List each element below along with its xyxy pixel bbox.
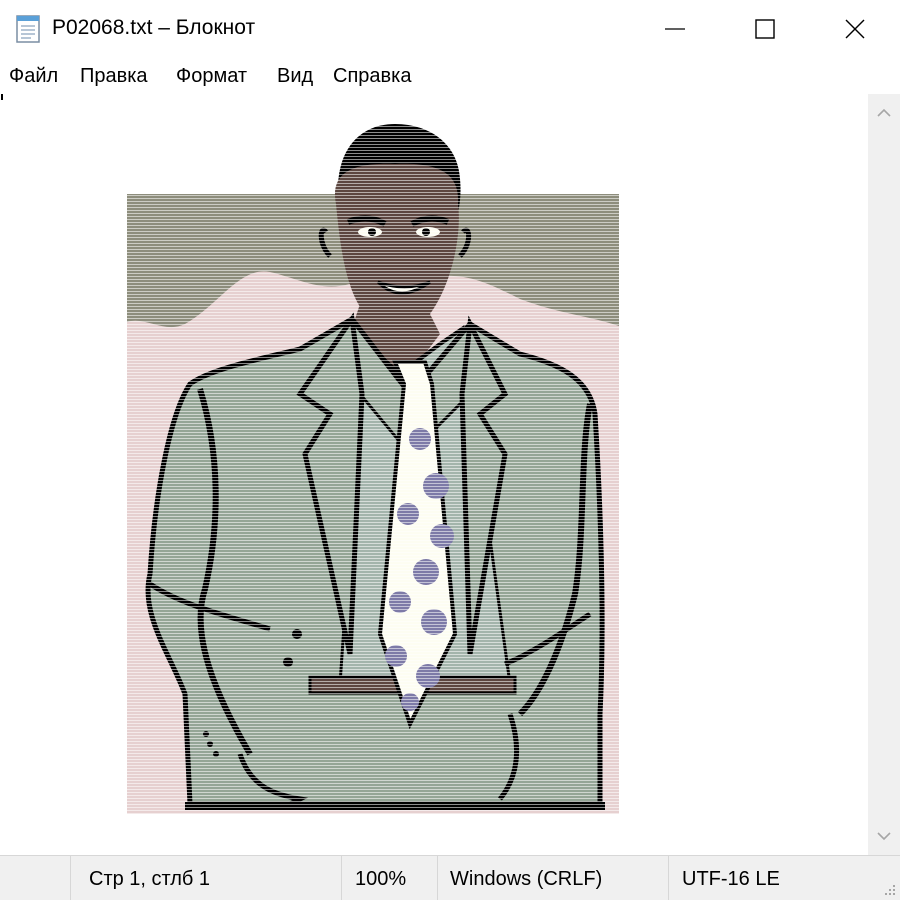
close-icon xyxy=(845,19,865,39)
text-editor[interactable] xyxy=(0,94,868,855)
status-cursor-position: Стр 1, стлб 1 xyxy=(70,856,341,900)
menu-edit[interactable]: Правка xyxy=(80,65,148,88)
chevron-down-icon xyxy=(877,832,891,841)
zoom-text: 100% xyxy=(355,868,407,890)
menu-bar: Файл Правка Формат Вид Справка xyxy=(0,58,900,94)
scroll-down-button[interactable] xyxy=(868,821,900,851)
status-zoom: 100% xyxy=(341,856,437,900)
status-encoding: UTF-16 LE xyxy=(668,856,900,900)
menu-help[interactable]: Справка xyxy=(333,65,411,88)
menu-file[interactable]: Файл xyxy=(9,65,58,88)
resize-grip-icon[interactable] xyxy=(882,882,896,896)
scroll-up-button[interactable] xyxy=(868,98,900,128)
ascii-art-illustration xyxy=(127,122,619,814)
minimize-icon xyxy=(665,28,685,30)
maximize-icon xyxy=(755,19,775,39)
menu-format[interactable]: Формат xyxy=(176,65,247,88)
notepad-icon xyxy=(16,15,40,43)
maximize-button[interactable] xyxy=(720,0,810,58)
line-ending-text: Windows (CRLF) xyxy=(450,868,603,890)
close-button[interactable] xyxy=(810,0,900,58)
vertical-scrollbar[interactable] xyxy=(868,94,900,855)
status-bar: Стр 1, стлб 1 100% Windows (CRLF) UTF-16… xyxy=(0,855,900,900)
cursor-position-text: Стр 1, стлб 1 xyxy=(89,868,211,890)
menu-view[interactable]: Вид xyxy=(277,65,313,88)
minimize-button[interactable] xyxy=(630,0,720,58)
window-title: P02068.txt – Блокнот xyxy=(52,16,256,39)
status-line-ending: Windows (CRLF) xyxy=(437,856,668,900)
chevron-up-icon xyxy=(877,108,891,117)
text-caret xyxy=(1,94,3,100)
title-bar: P02068.txt – Блокнот xyxy=(0,0,900,58)
encoding-text: UTF-16 LE xyxy=(682,868,780,890)
